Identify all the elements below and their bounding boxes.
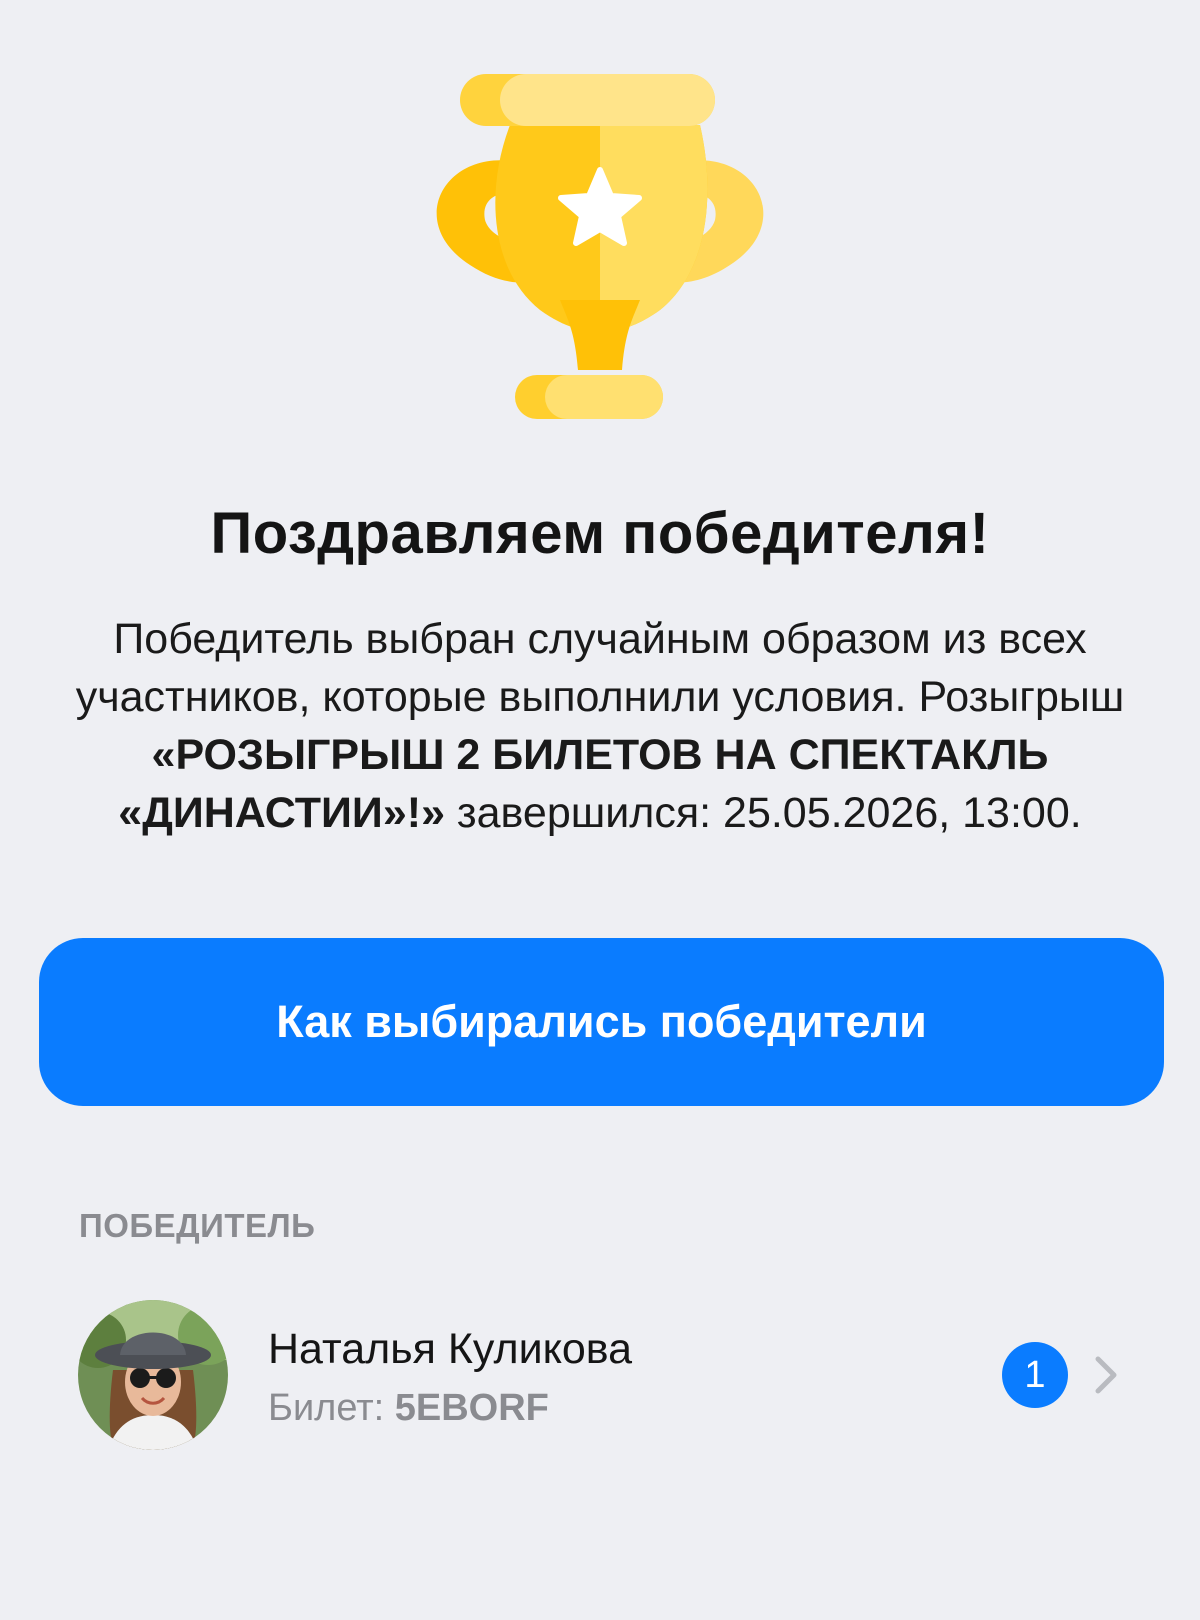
winner-name: Наталья Куликова — [268, 1325, 633, 1373]
end-date-text: завершился: 25.05.2026, 13:00. — [444, 789, 1082, 837]
giveaway-description: Победитель выбран случайным образом из в… — [40, 610, 1160, 842]
ticket-info: Билет: 5EBORF — [268, 1387, 549, 1430]
ticket-label: Билет: — [268, 1387, 395, 1429]
chevron-right-icon — [1095, 1356, 1117, 1394]
avatar — [78, 1300, 228, 1450]
place-badge: 1 — [1002, 1342, 1068, 1408]
winner-list-item[interactable]: Наталья Куликова Билет: 5EBORF 1 — [0, 1295, 1200, 1455]
description-text: Победитель выбран случайным образом из в… — [75, 615, 1125, 721]
how-winners-selected-button[interactable]: Как выбирались победители — [39, 938, 1164, 1106]
trophy-icon — [436, 74, 764, 419]
ticket-code: 5EBORF — [394, 1387, 549, 1429]
section-label-winner: ПОБЕДИТЕЛЬ — [79, 1207, 316, 1244]
page-title: Поздравляем победителя! — [210, 501, 990, 566]
